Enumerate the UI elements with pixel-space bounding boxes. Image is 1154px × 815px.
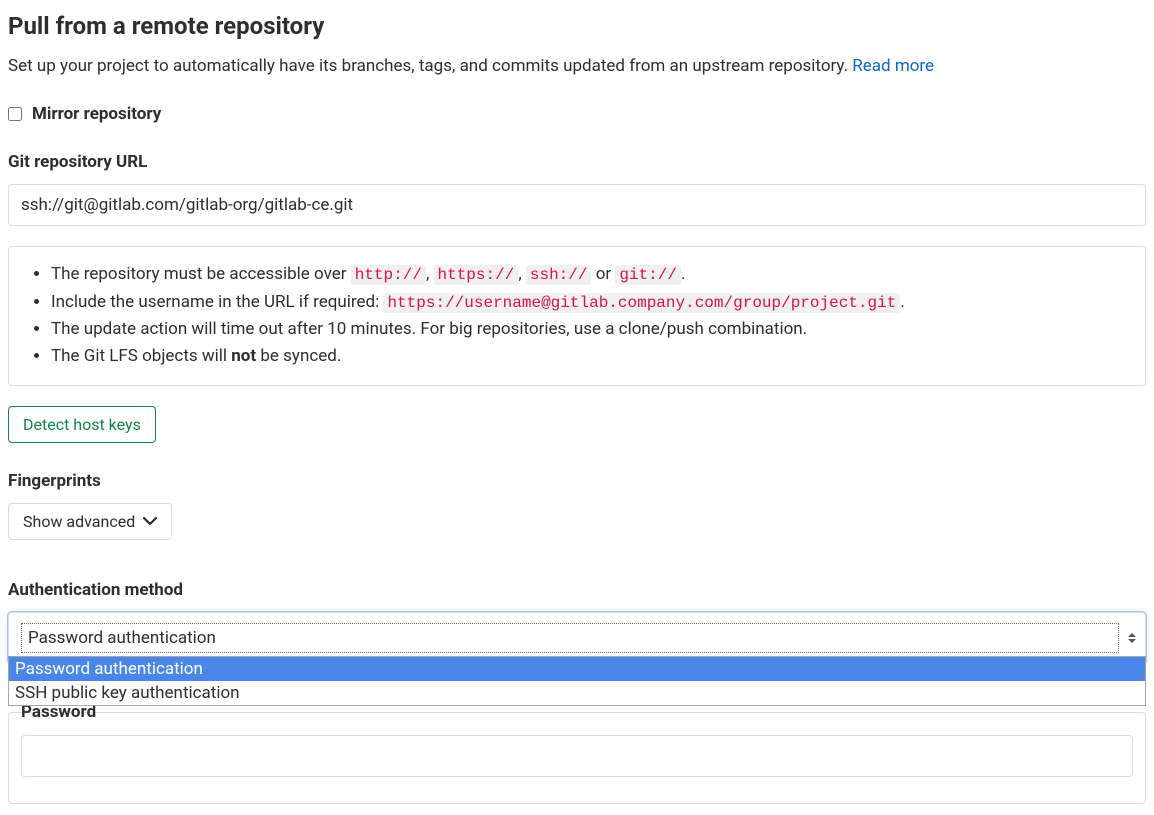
- git-repo-url-input[interactable]: [8, 184, 1146, 226]
- page-title: Pull from a remote repository: [8, 12, 1146, 40]
- chevron-down-icon: [143, 516, 157, 526]
- help-bold-not: not: [231, 346, 256, 366]
- code-https: https://: [434, 265, 519, 285]
- subtitle-text: Set up your project to automatically hav…: [8, 56, 852, 76]
- auth-method-dropdown: Password authentication SSH public key a…: [8, 656, 1146, 706]
- show-advanced-label: Show advanced: [23, 512, 135, 531]
- auth-method-selected-value: Password authentication: [21, 623, 1119, 653]
- help-text: The Git LFS objects will: [51, 346, 231, 366]
- help-line-protocols: The repository must be accessible over h…: [51, 261, 1127, 289]
- mirror-repository-label: Mirror repository: [32, 104, 161, 124]
- show-advanced-button[interactable]: Show advanced: [8, 503, 172, 540]
- code-http: http://: [351, 265, 426, 285]
- code-ssh: ssh://: [526, 265, 592, 285]
- auth-method-label: Authentication method: [8, 580, 1146, 600]
- help-text: or: [591, 264, 615, 284]
- page-subtitle: Set up your project to automatically hav…: [8, 56, 1146, 76]
- help-text: ,: [426, 264, 434, 284]
- git-repo-url-label: Git repository URL: [8, 152, 1146, 172]
- help-text: The repository must be accessible over: [51, 264, 351, 284]
- code-git: git://: [615, 265, 681, 285]
- fingerprints-label: Fingerprints: [8, 471, 1146, 491]
- help-line-lfs: The Git LFS objects will not be synced.: [51, 343, 1127, 370]
- mirror-repository-checkbox[interactable]: [8, 107, 22, 121]
- help-text: ,: [518, 264, 526, 284]
- help-text: .: [900, 292, 904, 312]
- auth-option-ssh[interactable]: SSH public key authentication: [9, 681, 1145, 705]
- help-line-timeout: The update action will time out after 10…: [51, 316, 1127, 343]
- help-text: be synced.: [256, 346, 341, 366]
- code-example-url: https://username@gitlab.company.com/grou…: [383, 293, 900, 313]
- password-section: Password: [8, 712, 1146, 804]
- select-caret-icon: [1127, 633, 1137, 643]
- auth-option-password[interactable]: Password authentication: [9, 657, 1145, 681]
- password-input[interactable]: [21, 735, 1133, 777]
- read-more-link[interactable]: Read more: [852, 56, 934, 76]
- help-text: .: [681, 264, 685, 284]
- help-panel: The repository must be accessible over h…: [8, 246, 1146, 386]
- detect-host-keys-button[interactable]: Detect host keys: [8, 406, 156, 443]
- help-text: Include the username in the URL if requi…: [51, 292, 383, 312]
- help-line-username: Include the username in the URL if requi…: [51, 289, 1127, 317]
